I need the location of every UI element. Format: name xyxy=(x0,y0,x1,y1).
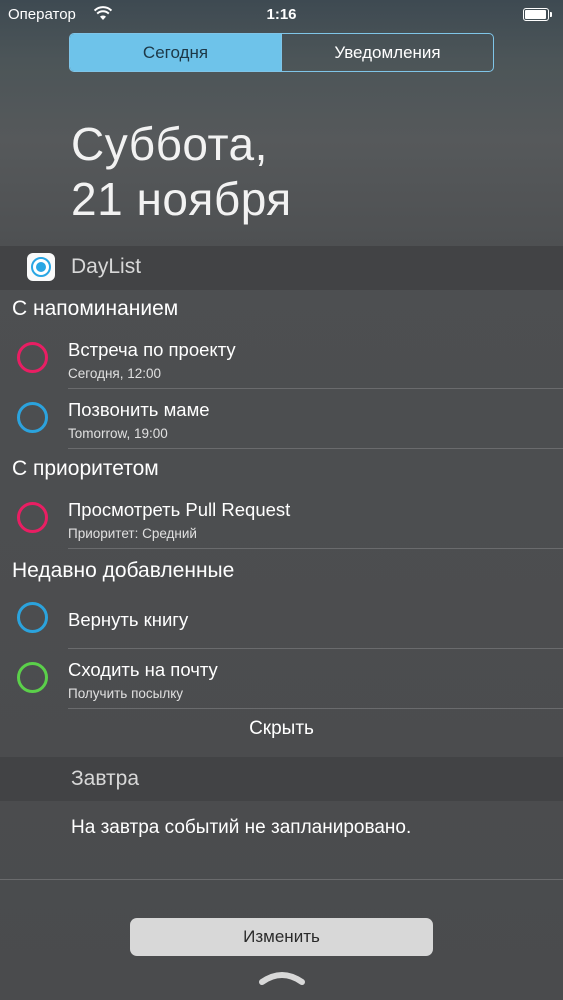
task-checkbox[interactable] xyxy=(17,502,48,533)
task-subtitle: Приоритет: Средний xyxy=(68,526,197,541)
group-header-recent: Недавно добавленные xyxy=(12,559,235,582)
divider xyxy=(0,879,563,880)
date-weekday: Суббота, xyxy=(71,118,268,170)
list-item[interactable]: Встреча по проекту Сегодня, 12:00 xyxy=(0,329,563,389)
battery-icon xyxy=(523,8,552,21)
list-item[interactable]: Просмотреть Pull Request Приоритет: Сред… xyxy=(0,489,563,549)
task-checkbox[interactable] xyxy=(17,342,48,373)
task-title: Встреча по проекту xyxy=(68,339,236,360)
daylist-app-icon xyxy=(27,253,55,281)
task-checkbox[interactable] xyxy=(17,662,48,693)
task-title: Сходить на почту xyxy=(68,659,218,680)
status-bar: Оператор 1:16 xyxy=(0,0,563,30)
tab-notifications[interactable]: Уведомления xyxy=(281,34,493,71)
list-item[interactable]: Позвонить маме Tomorrow, 19:00 xyxy=(0,389,563,449)
widget-app-name[interactable]: DayList xyxy=(71,255,141,279)
task-title: Позвонить маме xyxy=(68,399,210,420)
status-time: 1:16 xyxy=(266,6,297,23)
group-header-reminders: С напоминанием xyxy=(12,297,179,320)
task-subtitle: Tomorrow, 19:00 xyxy=(68,426,168,441)
task-subtitle: Получить посылку xyxy=(68,686,184,701)
task-title: Просмотреть Pull Request xyxy=(68,499,291,520)
edit-button[interactable]: Изменить xyxy=(130,918,433,956)
task-checkbox[interactable] xyxy=(17,402,48,433)
task-title: Вернуть книгу xyxy=(68,609,189,630)
tomorrow-title[interactable]: Завтра xyxy=(71,767,139,791)
hide-button[interactable]: Скрыть xyxy=(0,718,563,740)
tomorrow-empty-text: На завтра событий не запланировано. xyxy=(71,817,412,838)
list-item[interactable]: Сходить на почту Получить посылку xyxy=(0,649,563,709)
list-item[interactable]: Вернуть книгу xyxy=(0,589,563,649)
group-header-priority: С приоритетом xyxy=(12,457,159,480)
divider xyxy=(68,448,563,449)
task-checkbox[interactable] xyxy=(17,602,48,633)
date-day-month: 21 ноября xyxy=(71,173,292,225)
task-subtitle: Сегодня, 12:00 xyxy=(68,366,162,381)
tab-today[interactable]: Сегодня xyxy=(70,34,281,71)
battery-level xyxy=(525,10,546,19)
divider xyxy=(68,708,563,709)
today-notifications-segmented-control: Сегодня Уведомления xyxy=(69,33,494,72)
chevron-up-handle-icon[interactable] xyxy=(258,968,306,986)
divider xyxy=(68,548,563,549)
